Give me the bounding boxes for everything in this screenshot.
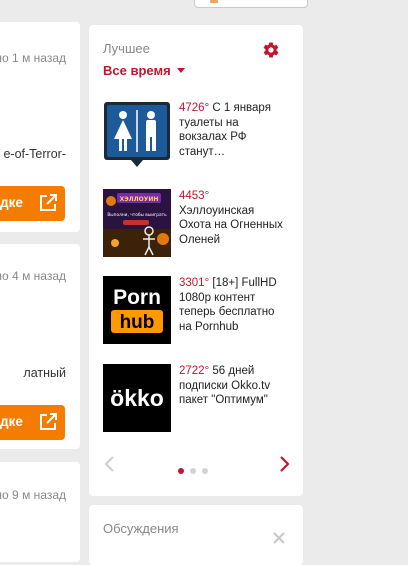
best-deal-text: 4726° С 1 января туалеты на вокзалах РФ … [179,101,289,159]
best-deals-widget: Лучшее Все время 4726° С 1 января туалет… [89,25,303,496]
okko-logo: ökko [103,364,171,432]
best-title: Лучшее [103,41,150,56]
logo-bottom: hub [120,312,155,333]
close-icon[interactable] [272,531,286,545]
chevron-left-icon[interactable] [103,455,117,473]
go-to-deal-label: дке [0,414,23,429]
deal-time: но 4 м назад [0,269,66,283]
discussions-widget: Обсуждения [89,505,303,565]
best-deal-item[interactable]: ökko 2722° 56 дней подписки Okko.tv паке… [103,364,299,434]
logo-text: ökko [110,385,164,411]
deal-temperature: 2722° [179,365,210,377]
deal-temperature: 4726° [179,102,210,114]
period-filter-dropdown[interactable]: Все время [103,63,185,78]
go-to-deal-button[interactable]: дке [0,186,65,221]
chevron-right-icon[interactable] [277,455,291,473]
pagination-dot[interactable] [190,468,196,474]
external-link-icon [40,413,57,430]
pagination-dot[interactable] [202,468,208,474]
deal-card: но 4 м назад латный дке [0,244,80,449]
discussions-title: Обсуждения [103,521,179,536]
thumb-caption: ХЭЛЛОУИН [120,196,159,203]
deal-card: но 9 м назад [0,462,80,562]
external-link-icon [40,194,57,211]
best-deal-item[interactable]: 4726° С 1 января туалеты на вокзалах РФ … [103,101,299,171]
logo-top: Porn [113,286,161,309]
deal-title-snippet[interactable]: e-of-Terror- [3,147,66,161]
deal-temperature: 3301° [179,277,210,289]
deal-title: Хэллоуинская Охота на Огненных Оленей [179,204,283,246]
gear-icon[interactable] [262,41,280,59]
deal-title-snippet[interactable]: латный [23,366,66,380]
deal-time: но 1 м назад [0,51,66,65]
go-to-deal-button[interactable]: дке [0,405,65,440]
best-deal-item[interactable]: Porn hub 3301° [18+] FullHD 1080p контен… [103,276,299,346]
topbar-button[interactable] [194,0,308,8]
go-to-deal-label: дке [0,195,23,210]
best-deal-text: 4453° Хэллоуинская Охота на Огненных Олен… [179,189,289,247]
pagination-dot[interactable] [178,468,184,474]
caret-down-icon [176,68,185,73]
period-filter-label: Все время [103,63,171,78]
thumb-subcaption: Выполни, чтобы выиграть [107,212,167,218]
deal-card: но 1 м назад e-of-Terror- дке [0,22,80,232]
toilet-sign-icon [103,101,171,169]
deal-time: но 9 м назад [0,488,66,502]
topbar-button-icon [210,0,218,3]
best-deal-item[interactable]: ХЭЛЛОУИН Выполни, чтобы выиграть 4453° Хэ… [103,189,299,259]
carousel-pagination [178,461,214,479]
pornhub-logo: Porn hub [103,276,171,344]
best-deal-text: 3301° [18+] FullHD 1080p контент теперь … [179,276,289,334]
halloween-game-art: ХЭЛЛОУИН Выполни, чтобы выиграть [103,189,171,257]
best-deal-text: 2722° 56 дней подписки Okko.tv пакет "Оп… [179,364,289,408]
deal-temperature: 4453° [179,190,210,202]
